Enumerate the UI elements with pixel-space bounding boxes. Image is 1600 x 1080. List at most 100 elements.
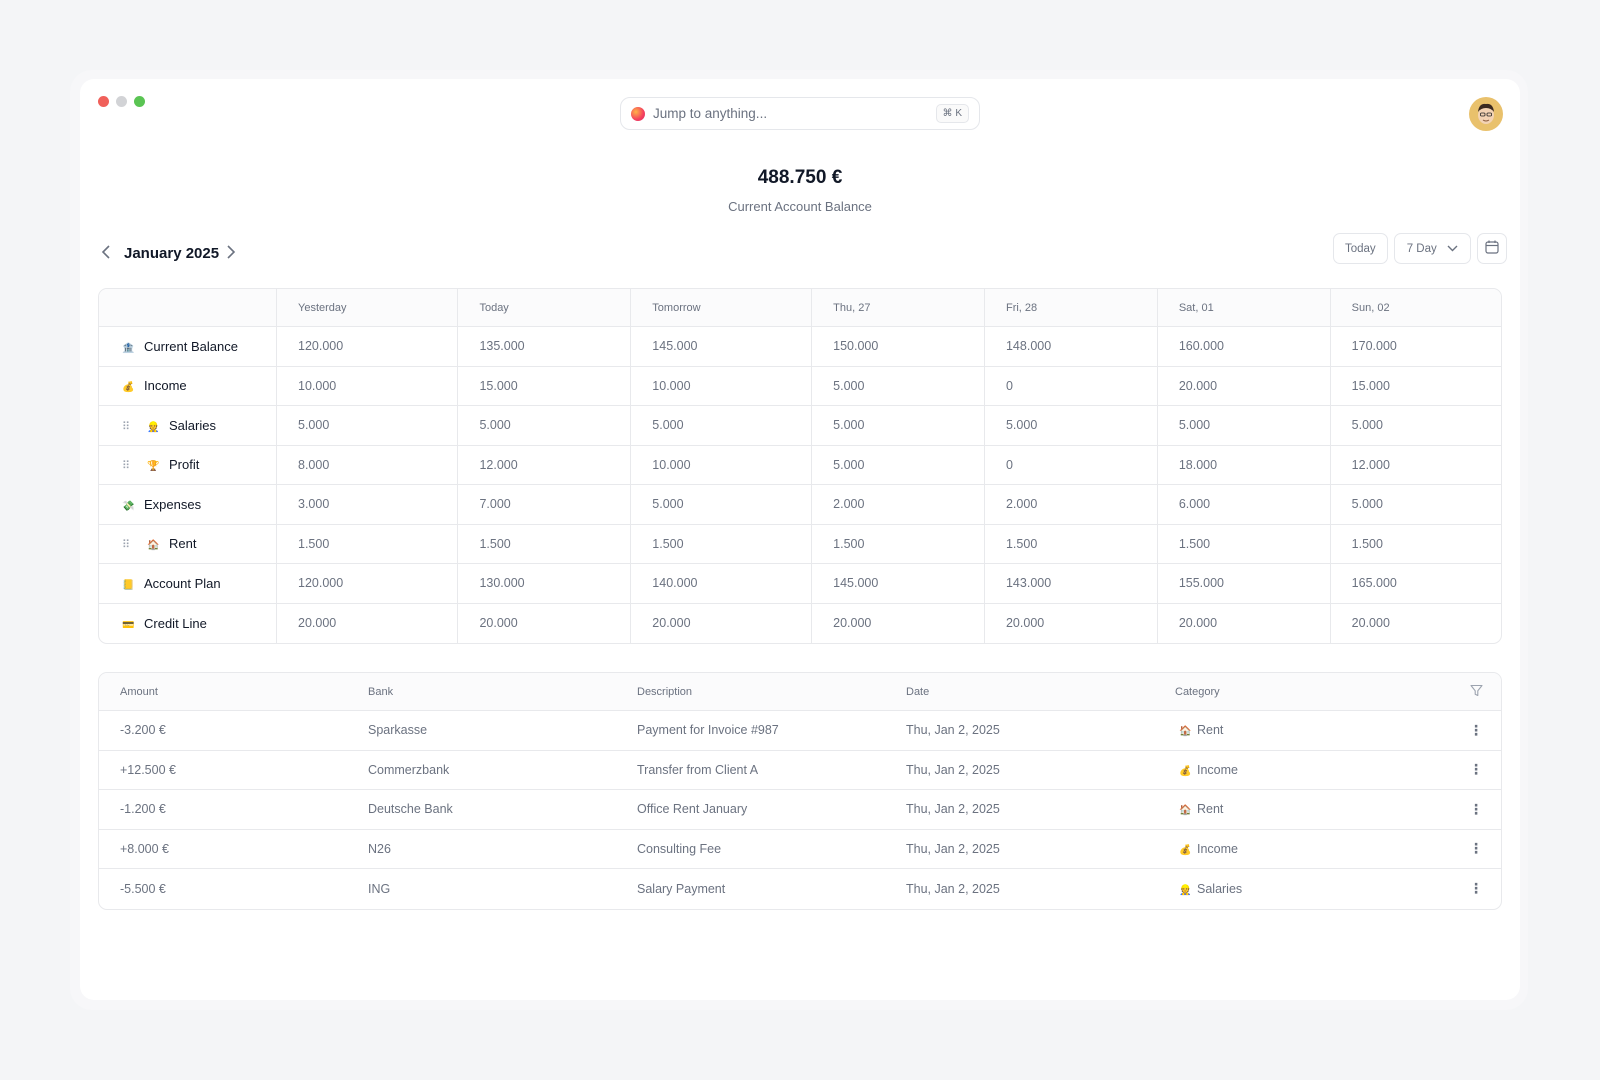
cashflow-cell[interactable]: 5.000	[1157, 406, 1331, 446]
more-options-icon[interactable]: ⋮	[1469, 761, 1483, 777]
cashflow-cell[interactable]: 20.000	[812, 603, 985, 643]
cashflow-row[interactable]: 💰 Income 10.000 15.000 10.000 5.000 0 20.000 15.…	[99, 366, 1501, 406]
cashflow-cell[interactable]: 10.000	[631, 445, 813, 485]
cashflow-cell[interactable]: 5.000	[812, 445, 985, 485]
next-month-chevron-icon[interactable]	[223, 243, 239, 264]
cashflow-col-header[interactable]: Thu, 27	[812, 289, 985, 327]
cashflow-cell[interactable]: 15.000	[458, 366, 632, 406]
cashflow-cell[interactable]: 5.000	[1330, 406, 1501, 446]
range-select[interactable]: 7 Day	[1393, 233, 1471, 264]
cashflow-cell[interactable]: 18.000	[1157, 445, 1331, 485]
cashflow-cell[interactable]: 120.000	[277, 327, 459, 367]
description-column-header[interactable]: Description	[637, 673, 906, 711]
cashflow-row[interactable]: 💸 Expenses 3.000 7.000 5.000 2.000 2.000 6.000 5…	[99, 485, 1501, 525]
cashflow-cell[interactable]: 5.000	[812, 366, 985, 406]
more-options-icon[interactable]: ⋮	[1469, 722, 1483, 738]
cashflow-cell[interactable]: 15.000	[1330, 367, 1501, 406]
cashflow-cell[interactable]: 12.000	[1330, 446, 1501, 485]
amount-column-header[interactable]: Amount	[99, 673, 368, 711]
command-search[interactable]: Jump to anything... ⌘ K	[620, 97, 980, 130]
maximize-window-button[interactable]	[134, 96, 145, 107]
bank-column-header[interactable]: Bank	[368, 673, 637, 711]
cashflow-row[interactable]: ⠿ 🏆 Profit 8.000 12.000 10.000 5.000 0 18.000 12.…	[99, 445, 1501, 485]
cashflow-cell[interactable]: 20.000	[1158, 603, 1331, 643]
cashflow-col-header[interactable]: Fri, 28	[984, 289, 1158, 327]
drag-handle-icon[interactable]: ⠿	[122, 459, 147, 472]
cashflow-cell[interactable]: 1.500	[1330, 525, 1501, 564]
cashflow-cell[interactable]: 1.500	[631, 524, 813, 564]
cashflow-cell[interactable]: 120.000	[277, 564, 459, 604]
cashflow-cell[interactable]: 20.000	[985, 603, 1158, 643]
cashflow-cell[interactable]: 5.000	[458, 406, 632, 446]
cashflow-cell[interactable]: 20.000	[1157, 366, 1331, 406]
cashflow-cell[interactable]: 2.000	[984, 485, 1158, 525]
cashflow-cell[interactable]: 1.500	[458, 524, 632, 564]
calendar-button[interactable]	[1476, 233, 1507, 264]
cashflow-col-header[interactable]: Sun, 02	[1330, 289, 1501, 327]
transaction-row[interactable]: +12.500 € Commerzbank Transfer from Client…	[99, 751, 1501, 790]
cashflow-cell[interactable]: 150.000	[812, 327, 985, 367]
cashflow-cell[interactable]: 5.000	[1330, 485, 1501, 525]
cashflow-cell[interactable]: 170.000	[1330, 327, 1501, 367]
cashflow-cell[interactable]: 8.000	[277, 445, 459, 485]
cashflow-cell[interactable]: 5.000	[812, 406, 985, 446]
cashflow-cell[interactable]: 1.500	[277, 524, 459, 564]
drag-handle-icon[interactable]: ⠿	[122, 420, 147, 433]
cashflow-cell[interactable]: 20.000	[1331, 604, 1501, 644]
cashflow-row[interactable]: 💳 Credit Line 20.000 20.000 20.000 20.000 20.0…	[99, 603, 1501, 644]
cashflow-cell[interactable]: 140.000	[631, 564, 813, 604]
cashflow-cell[interactable]: 7.000	[458, 485, 632, 525]
cashflow-cell[interactable]: 12.000	[458, 445, 632, 485]
cashflow-cell[interactable]: 160.000	[1157, 327, 1331, 367]
cashflow-cell[interactable]: 135.000	[458, 327, 632, 367]
category-column-header[interactable]: Category	[1175, 673, 1445, 711]
cashflow-col-header[interactable]: Yesterday	[277, 289, 459, 327]
more-options-icon[interactable]: ⋮	[1469, 801, 1483, 817]
transaction-row[interactable]: -1.200 € Deutsche Bank Office Rent January…	[99, 790, 1501, 830]
transaction-row[interactable]: -3.200 € Sparkasse Payment for Invoice #98…	[99, 711, 1501, 751]
cashflow-cell[interactable]: 155.000	[1157, 564, 1331, 604]
transaction-row[interactable]: +8.000 € N26 Consulting Fee Thu, Jan 2, 202…	[99, 830, 1501, 869]
cashflow-cell[interactable]: 1.500	[812, 524, 985, 564]
cashflow-cell[interactable]: 1.500	[984, 524, 1158, 564]
drag-handle-icon[interactable]: ⠿	[122, 538, 147, 551]
cashflow-cell[interactable]: 10.000	[277, 366, 459, 406]
cashflow-cell[interactable]: 165.000	[1330, 564, 1501, 604]
cashflow-cell[interactable]: 2.000	[812, 485, 985, 525]
cashflow-row[interactable]: 🏦 Current Balance 120.000 135.000 145.000 150…	[99, 327, 1501, 367]
cashflow-cell[interactable]: 5.000	[984, 406, 1158, 446]
close-window-button[interactable]	[98, 96, 109, 107]
cashflow-cell[interactable]: 130.000	[458, 564, 632, 604]
cashflow-col-header[interactable]: Sat, 01	[1157, 289, 1331, 327]
cashflow-cell[interactable]: 20.000	[631, 603, 813, 643]
prev-month-chevron-icon[interactable]	[98, 243, 114, 264]
cashflow-cell[interactable]: 5.000	[631, 485, 813, 525]
cashflow-cell[interactable]: 1.500	[1157, 524, 1331, 564]
cashflow-cell[interactable]: 143.000	[984, 564, 1158, 604]
cashflow-cell[interactable]: 5.000	[631, 406, 813, 446]
user-avatar-icon[interactable]	[1469, 97, 1503, 131]
date-column-header[interactable]: Date	[906, 673, 1175, 711]
more-options-icon[interactable]: ⋮	[1469, 840, 1483, 856]
cashflow-cell[interactable]: 10.000	[631, 366, 813, 406]
cashflow-cell[interactable]: 0	[984, 366, 1158, 406]
cashflow-cell[interactable]: 3.000	[277, 485, 459, 525]
cashflow-cell[interactable]: 145.000	[812, 564, 985, 604]
cashflow-cell[interactable]: 148.000	[984, 327, 1158, 367]
cashflow-col-header[interactable]: Tomorrow	[631, 289, 813, 327]
more-options-icon[interactable]: ⋮	[1469, 880, 1483, 896]
cashflow-cell[interactable]: 5.000	[277, 406, 459, 446]
cashflow-row[interactable]: ⠿ 🏠 Rent 1.500 1.500 1.500 1.500 1.500 1.500 1.50…	[99, 524, 1501, 564]
cashflow-cell[interactable]: 20.000	[458, 603, 632, 643]
minimize-window-button[interactable]	[116, 96, 127, 107]
cashflow-cell[interactable]: 20.000	[277, 603, 459, 643]
cashflow-cell[interactable]: 6.000	[1157, 485, 1331, 525]
transaction-row[interactable]: -5.500 € ING Salary Payment Thu, Jan 2, 202…	[99, 869, 1501, 909]
filter-button[interactable]	[1445, 673, 1501, 711]
cashflow-cell[interactable]: 0	[984, 445, 1158, 485]
cashflow-cell[interactable]: 145.000	[631, 327, 813, 367]
cashflow-row[interactable]: 📒 Account Plan 120.000 130.000 140.000 145.00…	[99, 564, 1501, 604]
cashflow-row[interactable]: ⠿ 👷 Salaries 5.000 5.000 5.000 5.000 5.000 5.000…	[99, 406, 1501, 446]
today-button[interactable]: Today	[1333, 233, 1388, 264]
cashflow-col-header[interactable]: Today	[458, 289, 632, 327]
